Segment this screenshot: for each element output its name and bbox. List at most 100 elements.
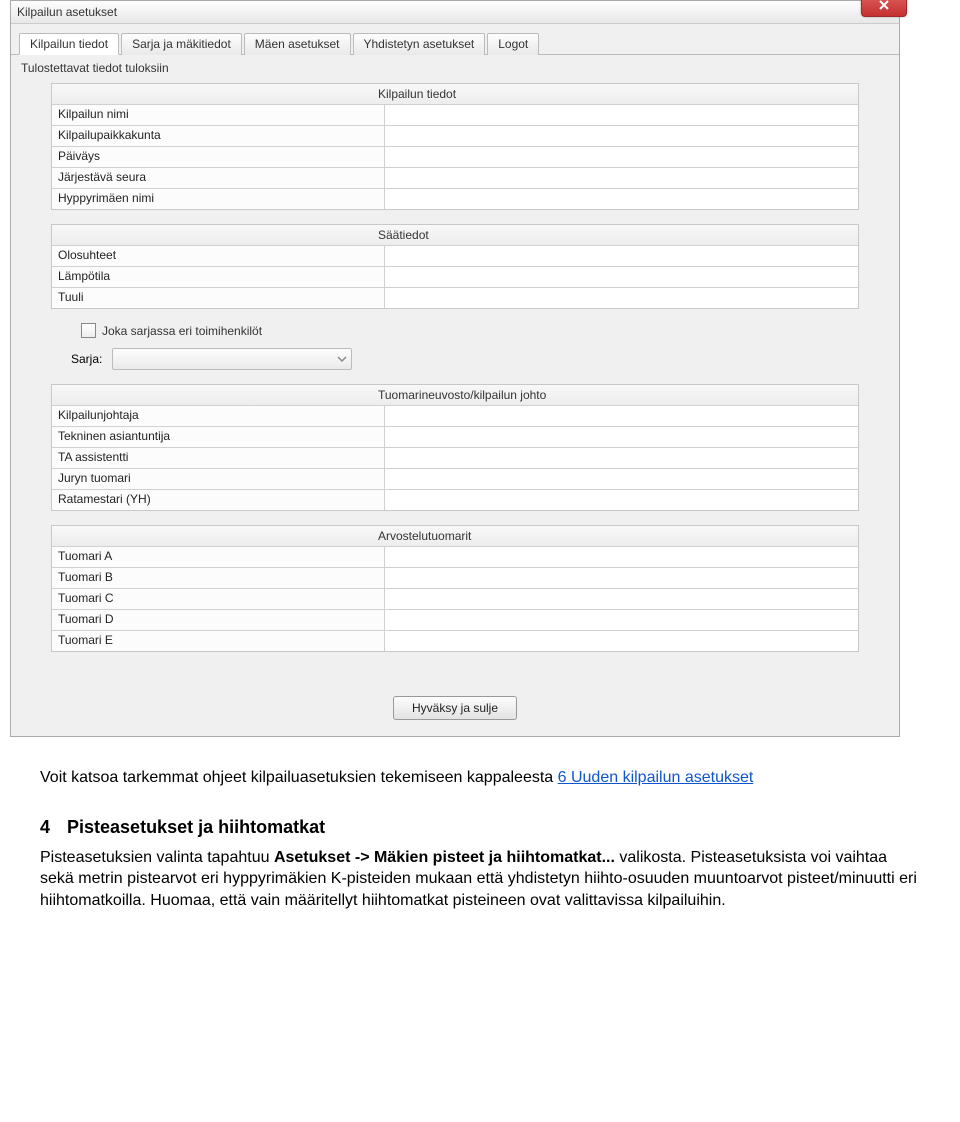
checkbox-row: Joka sarjassa eri toimihenkilöt [81, 323, 859, 338]
panel-header: Arvostelutuomarit [52, 526, 858, 547]
header-label-col [58, 87, 378, 101]
row-value[interactable] [385, 246, 858, 266]
row-value[interactable] [385, 469, 858, 489]
doc-paragraph: Voit katsoa tarkemmat ohjeet kilpailuase… [40, 767, 920, 789]
table-row: Lämpötila [52, 267, 858, 288]
titlebar: Kilpailun asetukset [11, 1, 899, 24]
row-value[interactable] [385, 547, 858, 567]
close-icon [878, 0, 890, 11]
table-row: TA assistentti [52, 448, 858, 469]
table-row: Kilpailun nimi [52, 105, 858, 126]
tab-sarja-makitiedot[interactable]: Sarja ja mäkitiedot [121, 33, 242, 55]
row-value[interactable] [385, 105, 858, 125]
row-label: Tuomari B [52, 568, 385, 588]
table-row: Juryn tuomari [52, 469, 858, 490]
table-row: Olosuhteet [52, 246, 858, 267]
doc-link-chapter-6[interactable]: 6 Uuden kilpailun asetukset [558, 769, 754, 786]
row-label: Tuomari C [52, 589, 385, 609]
table-row: Tuomari C [52, 589, 858, 610]
row-value[interactable] [385, 589, 858, 609]
panel-tuomarineuvosto: Tuomarineuvosto/kilpailun johto Kilpailu… [51, 384, 859, 511]
doc-menu-path: Asetukset -> Mäkien pisteet ja hiihtomat… [274, 849, 615, 866]
row-label: Järjestävä seura [52, 168, 385, 188]
header-label-col [58, 529, 378, 543]
header-label-col [58, 228, 378, 242]
row-value[interactable] [385, 448, 858, 468]
sarja-label: Sarja: [71, 352, 102, 366]
doc-heading: 4 Pisteasetukset ja hiihtomatkat [40, 815, 920, 839]
row-label: Tuomari D [52, 610, 385, 630]
row-label: Ratamestari (YH) [52, 490, 385, 510]
row-label: Lämpötila [52, 267, 385, 287]
checkbox-eri-toimihenkilot[interactable] [81, 323, 96, 338]
row-label: Juryn tuomari [52, 469, 385, 489]
row-value[interactable] [385, 126, 858, 146]
row-label: Kilpailun nimi [52, 105, 385, 125]
doc-text-fragment: Voit katsoa tarkemmat ohjeet kilpailuase… [40, 769, 558, 786]
panel-header: Säätiedot [52, 225, 858, 246]
settings-window: Kilpailun asetukset Kilpailun tiedot Sar… [10, 0, 900, 737]
header-value-col: Tuomarineuvosto/kilpailun johto [378, 388, 852, 402]
sarja-select[interactable] [112, 348, 352, 370]
row-label: Tuuli [52, 288, 385, 308]
row-value[interactable] [385, 288, 858, 308]
approve-close-button[interactable]: Hyväksy ja sulje [393, 696, 517, 720]
header-value-col: Säätiedot [378, 228, 852, 242]
doc-paragraph: Pisteasetuksien valinta tapahtuu Asetuks… [40, 847, 920, 912]
chevron-down-icon [337, 354, 347, 364]
tab-logot[interactable]: Logot [487, 33, 539, 55]
panel-header: Tuomarineuvosto/kilpailun johto [52, 385, 858, 406]
panel-kilpailun-tiedot: Kilpailun tiedot Kilpailun nimi Kilpailu… [51, 83, 859, 210]
table-row: Tuuli [52, 288, 858, 308]
table-row: Tuomari A [52, 547, 858, 568]
content-area: Kilpailun tiedot Kilpailun nimi Kilpailu… [11, 77, 899, 676]
doc-text-fragment: Pisteasetuksien valinta tapahtuu [40, 849, 274, 866]
row-value[interactable] [385, 490, 858, 510]
row-value[interactable] [385, 168, 858, 188]
panel-saatiedot: Säätiedot Olosuhteet Lämpötila Tuuli [51, 224, 859, 309]
table-row: Tuomari B [52, 568, 858, 589]
header-value-col: Kilpailun tiedot [378, 87, 852, 101]
window-title: Kilpailun asetukset [17, 5, 117, 19]
tab-maen-asetukset[interactable]: Mäen asetukset [244, 33, 351, 55]
table-row: Hyppyrimäen nimi [52, 189, 858, 209]
doc-heading-number: 4 [40, 815, 62, 839]
row-label: Kilpailupaikkakunta [52, 126, 385, 146]
header-value-col: Arvostelutuomarit [378, 529, 852, 543]
tab-kilpailun-tiedot[interactable]: Kilpailun tiedot [19, 33, 119, 55]
row-label: Tuomari A [52, 547, 385, 567]
footer: Hyväksy ja sulje [11, 676, 899, 736]
row-label: Päiväys [52, 147, 385, 167]
tab-bar: Kilpailun tiedot Sarja ja mäkitiedot Mäe… [11, 24, 899, 55]
close-button[interactable] [861, 0, 907, 17]
table-row: Järjestävä seura [52, 168, 858, 189]
row-label: Tekninen asiantuntija [52, 427, 385, 447]
doc-heading-title: Pisteasetukset ja hiihtomatkat [67, 817, 325, 837]
row-label: Kilpailunjohtaja [52, 406, 385, 426]
row-value[interactable] [385, 147, 858, 167]
row-label: TA assistentti [52, 448, 385, 468]
row-value[interactable] [385, 631, 858, 651]
row-value[interactable] [385, 406, 858, 426]
table-row: Päiväys [52, 147, 858, 168]
row-label: Tuomari E [52, 631, 385, 651]
checkbox-label: Joka sarjassa eri toimihenkilöt [102, 324, 262, 338]
header-label-col [58, 388, 378, 402]
row-label: Olosuhteet [52, 246, 385, 266]
row-value[interactable] [385, 610, 858, 630]
table-row: Tuomari D [52, 610, 858, 631]
panel-header: Kilpailun tiedot [52, 84, 858, 105]
row-value[interactable] [385, 267, 858, 287]
table-row: Tekninen asiantuntija [52, 427, 858, 448]
panel-arvostelutuomarit: Arvostelutuomarit Tuomari A Tuomari B Tu… [51, 525, 859, 652]
table-row: Tuomari E [52, 631, 858, 651]
sarja-row: Sarja: [71, 348, 859, 370]
doc-text: Voit katsoa tarkemmat ohjeet kilpailuase… [40, 767, 920, 912]
row-value[interactable] [385, 427, 858, 447]
table-row: Ratamestari (YH) [52, 490, 858, 510]
row-value[interactable] [385, 568, 858, 588]
row-value[interactable] [385, 189, 858, 209]
tab-yhdistetyn-asetukset[interactable]: Yhdistetyn asetukset [353, 33, 486, 55]
table-row: Kilpailunjohtaja [52, 406, 858, 427]
table-row: Kilpailupaikkakunta [52, 126, 858, 147]
